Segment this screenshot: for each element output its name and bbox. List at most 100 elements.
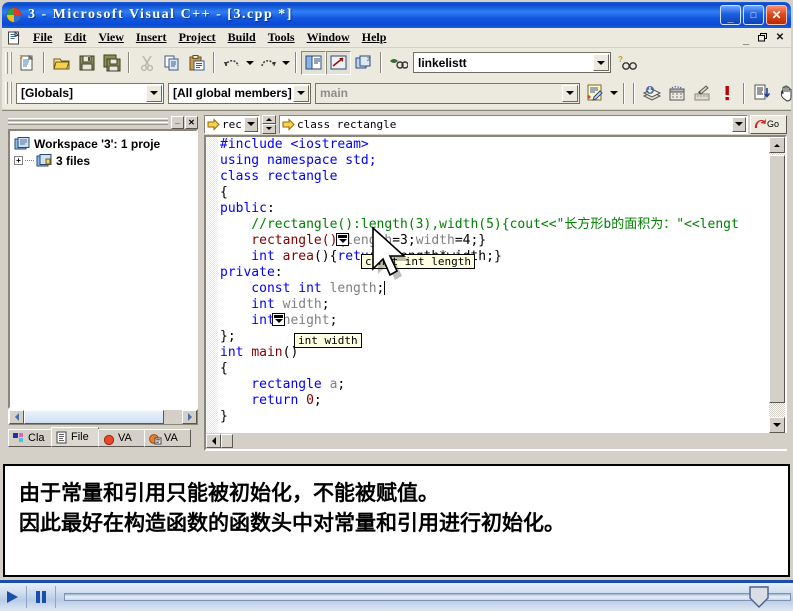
members-combo-dropdown[interactable] — [293, 84, 309, 102]
editor-go-button[interactable]: Go — [750, 114, 787, 134]
members-combo[interactable]: [All global members] — [168, 82, 311, 104]
pause-icon[interactable] — [29, 586, 53, 608]
code-line[interactable]: rectangle a; — [220, 377, 769, 393]
editor-scope-spin-down[interactable] — [262, 124, 276, 134]
smarttag-box-length[interactable] — [336, 233, 349, 246]
scroll-right-button[interactable] — [182, 410, 197, 424]
function-combo-dropdown[interactable] — [562, 84, 578, 102]
workspace-tab-classview[interactable]: Cla — [8, 429, 52, 447]
code-line[interactable]: int width; — [220, 297, 769, 313]
find-in-files-icon[interactable] — [386, 51, 411, 75]
code-line[interactable]: //rectangle():length(3),width(5){cout<<"… — [220, 217, 769, 233]
scroll-left-button[interactable] — [206, 434, 221, 448]
wizardbar-dropdown-icon[interactable] — [608, 81, 619, 105]
minimize-button[interactable]: _ — [720, 5, 741, 25]
code-line[interactable]: return 0; — [220, 393, 769, 409]
code-line[interactable]: const int length; — [220, 281, 769, 297]
code-line[interactable]: using namespace std; — [220, 153, 769, 169]
scrollbar-thumb[interactable] — [24, 410, 164, 424]
hand-icon[interactable] — [774, 81, 793, 105]
editor-scope-combo[interactable]: rec — [204, 114, 260, 134]
menu-view[interactable]: View — [92, 29, 130, 46]
scroll-up-button[interactable] — [769, 137, 785, 153]
undo-icon[interactable] — [219, 51, 244, 75]
function-combo[interactable]: main — [315, 82, 580, 104]
code-line[interactable]: int height; — [220, 313, 769, 329]
workspace-tab-fileview[interactable]: File — [51, 427, 99, 447]
mdi-close-button[interactable]: ✕ — [772, 30, 788, 45]
smarttag-box-height[interactable] — [272, 313, 285, 326]
save-icon[interactable] — [74, 51, 99, 75]
code-line[interactable]: class rectangle — [220, 169, 769, 185]
workspace-tree[interactable]: Workspace '3': 1 proje + 3 files — [8, 129, 198, 409]
editor-scope-spinner[interactable] — [262, 114, 276, 134]
scrollbar-thumb[interactable] — [221, 434, 233, 448]
mdi-restore-button[interactable] — [755, 30, 771, 45]
window-list-icon[interactable]: 2 — [351, 51, 376, 75]
tree-item-workspace[interactable]: Workspace '3': 1 proje — [10, 135, 196, 152]
build-icon[interactable] — [664, 81, 689, 105]
code-line[interactable]: { — [220, 361, 769, 377]
editor-vertical-scrollbar[interactable] — [769, 137, 785, 433]
redo-icon[interactable] — [255, 51, 280, 75]
workspace-tab-va-view[interactable]: VA — [144, 429, 191, 447]
stop-build-icon[interactable] — [689, 81, 714, 105]
code-line[interactable]: } — [220, 409, 769, 425]
menu-project[interactable]: Project — [173, 29, 222, 46]
breakpoint-icon[interactable] — [714, 81, 739, 105]
wizardbar-action-icon[interactable] — [583, 81, 608, 105]
globals-combo[interactable]: [Globals] — [16, 82, 164, 104]
code-line[interactable]: int area(){return length*width;} — [220, 249, 769, 265]
globals-combo-dropdown[interactable] — [146, 84, 162, 102]
copy-icon[interactable] — [159, 51, 184, 75]
code-line[interactable]: { — [220, 185, 769, 201]
workspace-minimize-button[interactable]: _ — [171, 115, 184, 129]
scroll-left-button[interactable] — [9, 410, 24, 424]
undo-dropdown-icon[interactable] — [244, 51, 255, 75]
save-all-icon[interactable] — [99, 51, 124, 75]
editor-horizontal-scrollbar[interactable] — [206, 433, 789, 449]
editor-scope-spin-up[interactable] — [262, 114, 276, 124]
seek-slider[interactable] — [64, 585, 791, 609]
go-icon[interactable] — [749, 81, 774, 105]
new-document-icon[interactable] — [14, 51, 39, 75]
menu-tools[interactable]: Tools — [262, 29, 301, 46]
workspace-close-button[interactable]: ✕ — [185, 115, 198, 129]
cut-icon[interactable] — [134, 51, 159, 75]
output-window-icon[interactable] — [326, 50, 351, 75]
tree-expander-icon[interactable]: + — [14, 156, 23, 165]
menu-window[interactable]: Window — [301, 29, 356, 46]
editor-scope-dropdown[interactable] — [244, 116, 258, 132]
seek-track[interactable] — [64, 593, 791, 601]
play-icon[interactable] — [0, 586, 24, 608]
paste-icon[interactable] — [184, 51, 209, 75]
code-line[interactable]: #include <iostream> — [220, 137, 769, 153]
tree-item-files[interactable]: + 3 files — [10, 152, 196, 169]
redo-dropdown-icon[interactable] — [280, 51, 291, 75]
editor-member-combo[interactable]: class rectangle — [279, 114, 748, 134]
code-line[interactable]: rectangle(){length=3;width=4;} — [220, 233, 769, 249]
menu-build[interactable]: Build — [222, 29, 262, 46]
mdi-minimize-button[interactable]: _ — [738, 30, 754, 46]
workspace-horizontal-scrollbar[interactable] — [8, 409, 198, 425]
code-editor[interactable]: #include <iostream> using namespace std; c… — [218, 137, 769, 433]
close-button[interactable]: ✕ — [766, 5, 787, 25]
menu-help[interactable]: Help — [356, 29, 393, 46]
find-binoculars-icon[interactable]: ? — [615, 51, 640, 75]
scrollbar-thumb[interactable] — [769, 155, 785, 403]
find-combo-dropdown[interactable] — [593, 54, 609, 71]
code-line[interactable]: private: — [220, 265, 769, 281]
toolbar-grip[interactable] — [5, 51, 12, 74]
menu-file[interactable]: File — [27, 29, 58, 46]
seek-thumb-icon[interactable] — [749, 586, 769, 608]
open-folder-icon[interactable] — [49, 51, 74, 75]
editor-selection-margin[interactable] — [206, 137, 218, 433]
menu-edit[interactable]: Edit — [58, 29, 92, 46]
find-combo[interactable]: linkelistt — [413, 52, 611, 73]
maximize-button[interactable]: □ — [743, 5, 764, 25]
workspace-tab-va-outline[interactable]: VA — [98, 429, 145, 447]
menu-insert[interactable]: Insert — [130, 29, 173, 46]
scroll-down-button[interactable] — [769, 417, 785, 433]
code-line[interactable]: public: — [220, 201, 769, 217]
editor-member-dropdown[interactable] — [732, 116, 746, 132]
